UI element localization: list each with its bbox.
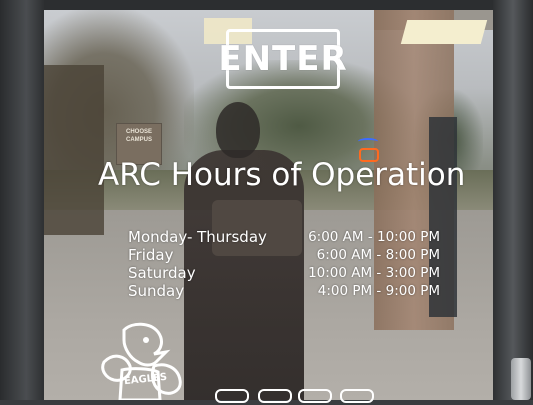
decal-shape (298, 389, 332, 403)
reflected-building (44, 65, 104, 235)
eagle-mascot-icon: EAGLES (94, 322, 186, 402)
hours-row: Sunday 4:00 PM - 9:00 PM (128, 282, 440, 300)
campus-poster-text: CHOOSE CAMPUS (125, 129, 152, 143)
hours-table: Monday- Thursday 6:00 AM - 10:00 PM Frid… (128, 228, 440, 300)
door-frame-left (0, 0, 44, 400)
photographer-head-reflection (216, 102, 260, 158)
enter-sign: ENTER (218, 29, 347, 89)
hours-day: Sunday (128, 282, 185, 300)
ceiling-light (400, 20, 488, 44)
hours-title: ARC Hours of Operation (98, 157, 466, 193)
door-frame-top (44, 0, 493, 10)
hours-row: Monday- Thursday 6:00 AM - 10:00 PM (128, 228, 440, 246)
hours-time: 10:00 AM - 3:00 PM (308, 265, 440, 281)
hours-time: 6:00 AM - 10:00 PM (308, 229, 440, 245)
decal-shape (258, 389, 292, 403)
hours-day: Saturday (128, 264, 196, 282)
hours-time: 4:00 PM - 9:00 PM (317, 283, 440, 299)
hours-day: Friday (128, 246, 174, 264)
door-handle[interactable] (511, 358, 531, 400)
eagle-mascot-drawing (101, 322, 182, 402)
door-frame-right (493, 0, 533, 400)
decal-shape (215, 389, 249, 403)
decal-shape (340, 389, 374, 403)
hours-row: Friday 6:00 AM - 8:00 PM (128, 246, 440, 264)
hours-row: Saturday 10:00 AM - 3:00 PM (128, 264, 440, 282)
hours-time: 6:00 AM - 8:00 PM (316, 247, 440, 263)
hours-day: Monday- Thursday (128, 228, 267, 246)
